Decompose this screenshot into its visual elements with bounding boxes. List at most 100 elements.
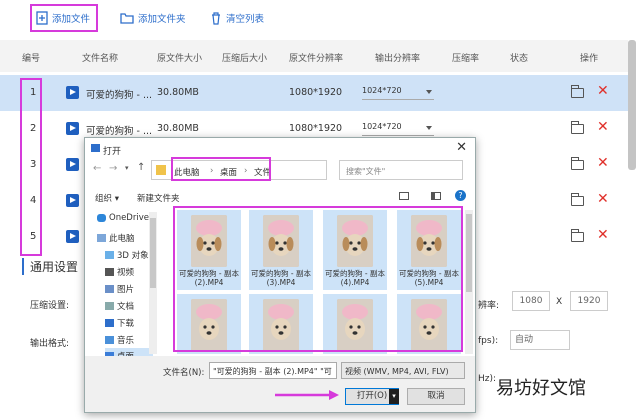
view-icon[interactable] (399, 192, 409, 200)
help-icon[interactable]: ? (455, 190, 466, 201)
play-icon[interactable] (66, 158, 79, 171)
x-label: X (556, 297, 563, 307)
new-folder-button[interactable]: 新建文件夹 (137, 192, 180, 204)
highlight-path (171, 157, 271, 181)
delete-icon[interactable]: ✕ (597, 191, 609, 207)
ratio-label: 辨率: (478, 301, 500, 311)
folder-icon (156, 165, 166, 175)
clear-list-button[interactable]: 清空列表 (210, 6, 264, 30)
pointer-arrow-icon (275, 390, 339, 400)
nav-item-label: 图片 (117, 284, 135, 295)
row-resolution: 1080*1920 (289, 87, 343, 98)
dropdown-icon[interactable]: ▾ (125, 164, 129, 172)
preview-pane-icon[interactable] (431, 192, 441, 200)
video-icon (105, 267, 114, 276)
row-filename: 可爱的狗狗 - ... (86, 126, 153, 137)
open-folder-icon[interactable] (571, 229, 584, 242)
play-icon[interactable] (66, 122, 79, 135)
forward-icon[interactable]: → (109, 163, 117, 174)
nav-item[interactable]: 文档 (105, 298, 134, 313)
delete-icon[interactable]: ✕ (597, 227, 609, 243)
dialog-app-icon (91, 144, 100, 152)
nav-scroll-thumb[interactable] (150, 218, 156, 288)
open-folder-icon[interactable] (571, 85, 584, 98)
col-orig-size: 原文件大小 (157, 54, 203, 64)
nav-item-label: 视频 (117, 267, 135, 278)
highlight-files (173, 206, 463, 352)
close-icon[interactable]: ✕ (456, 140, 467, 155)
filetype-select[interactable]: 视频 (WMV, MP4, AVI, FLV) (341, 362, 465, 379)
width-input[interactable]: 1080 (512, 291, 550, 311)
nav-item[interactable]: 音乐 (105, 332, 134, 347)
delete-icon[interactable]: ✕ (597, 83, 609, 99)
nav-item-label: 下载 (117, 318, 135, 329)
cloud-icon (97, 213, 106, 222)
nav-item[interactable]: 视频 (105, 264, 134, 279)
play-icon[interactable] (66, 194, 79, 207)
col-name: 文件名称 (82, 54, 119, 64)
open-folder-icon[interactable] (571, 157, 584, 170)
up-icon[interactable]: ↑ (137, 162, 145, 173)
nav-item[interactable]: 下载 (105, 315, 134, 330)
music-icon (105, 335, 114, 344)
nav-item[interactable]: OneDrive (97, 210, 149, 225)
clear-list-label: 清空列表 (226, 14, 265, 25)
cancel-button[interactable]: 取消 (407, 388, 465, 405)
row-filename: 可爱的狗狗 - ... (86, 90, 153, 101)
row-resolution: 1080*1920 (289, 123, 343, 134)
dialog-title: 打开 (103, 147, 122, 157)
nav-item-label: 3D 对象 (117, 250, 149, 261)
col-status: 状态 (510, 54, 529, 64)
highlight-add-file (30, 4, 98, 32)
col-index: 编号 (22, 54, 41, 64)
nav-item[interactable]: 此电脑 (97, 230, 135, 245)
nav-item-label: OneDrive (109, 212, 149, 223)
row-size: 30.80MB (157, 87, 199, 98)
computer-icon (97, 233, 106, 242)
settings-title: 通用设置 (22, 258, 78, 275)
open-dropdown-icon[interactable]: ▾ (389, 389, 399, 404)
add-folder-label: 添加文件夹 (138, 14, 186, 25)
output-resolution-select[interactable]: 1024*720 (362, 122, 434, 136)
nav-item[interactable]: 图片 (105, 281, 134, 296)
filename-label: 文件名(N): (163, 368, 205, 378)
height-input[interactable]: 1920 (570, 291, 608, 311)
open-folder-icon[interactable] (571, 193, 584, 206)
col-comp-size: 压缩后大小 (222, 54, 268, 64)
nav-item-label: 音乐 (117, 335, 135, 346)
play-icon[interactable] (66, 230, 79, 243)
compress-label: 压缩设置: (30, 301, 70, 311)
table-header: 编号 文件名称 原文件大小 压缩后大小 原文件分辨率 输出分辨率 压缩率 状态 … (0, 40, 628, 72)
add-folder-icon (120, 13, 134, 24)
files-scroll-thumb[interactable] (466, 214, 472, 292)
back-icon[interactable]: ← (93, 163, 101, 174)
nav-item[interactable]: 3D 对象 (105, 247, 149, 262)
open-folder-icon[interactable] (571, 121, 584, 134)
download-icon (105, 318, 114, 327)
fps-select[interactable]: 自动 (510, 330, 570, 350)
hz-label: Hz): (478, 374, 497, 384)
fps-label: fps): (478, 336, 499, 346)
col-orig-res: 原文件分辨率 (289, 54, 344, 64)
filename-input[interactable]: "可爱的狗狗 - 副本 (2).MP4" "可 (209, 362, 337, 379)
watermark-text: 易坊好文馆 (496, 378, 586, 399)
table-row[interactable]: 1 可爱的狗狗 - ... 30.80MB 1080*1920 1024*720… (0, 75, 628, 111)
table-scrollbar[interactable] (628, 40, 636, 170)
documents-icon (105, 301, 114, 310)
nav-item-label: 此电脑 (109, 233, 135, 244)
highlight-index-column (20, 78, 42, 256)
col-out-res: 输出分辨率 (375, 54, 421, 64)
format-label: 输出格式: (30, 339, 70, 349)
add-folder-button[interactable]: 添加文件夹 (120, 6, 186, 30)
organize-button[interactable]: 组织 ▾ (95, 192, 119, 204)
col-ratio: 压缩率 (452, 54, 480, 64)
output-resolution-select[interactable]: 1024*720 (362, 86, 434, 100)
3d-objects-icon (105, 250, 114, 259)
play-icon[interactable] (66, 86, 79, 99)
delete-icon[interactable]: ✕ (597, 119, 609, 135)
dialog-toolbar: 组织 ▾ 新建文件夹 ? (85, 186, 475, 208)
nav-item-label: 文档 (117, 301, 135, 312)
delete-icon[interactable]: ✕ (597, 155, 609, 171)
search-input[interactable]: 搜索"文件" (339, 160, 463, 180)
trash-icon (212, 11, 220, 25)
